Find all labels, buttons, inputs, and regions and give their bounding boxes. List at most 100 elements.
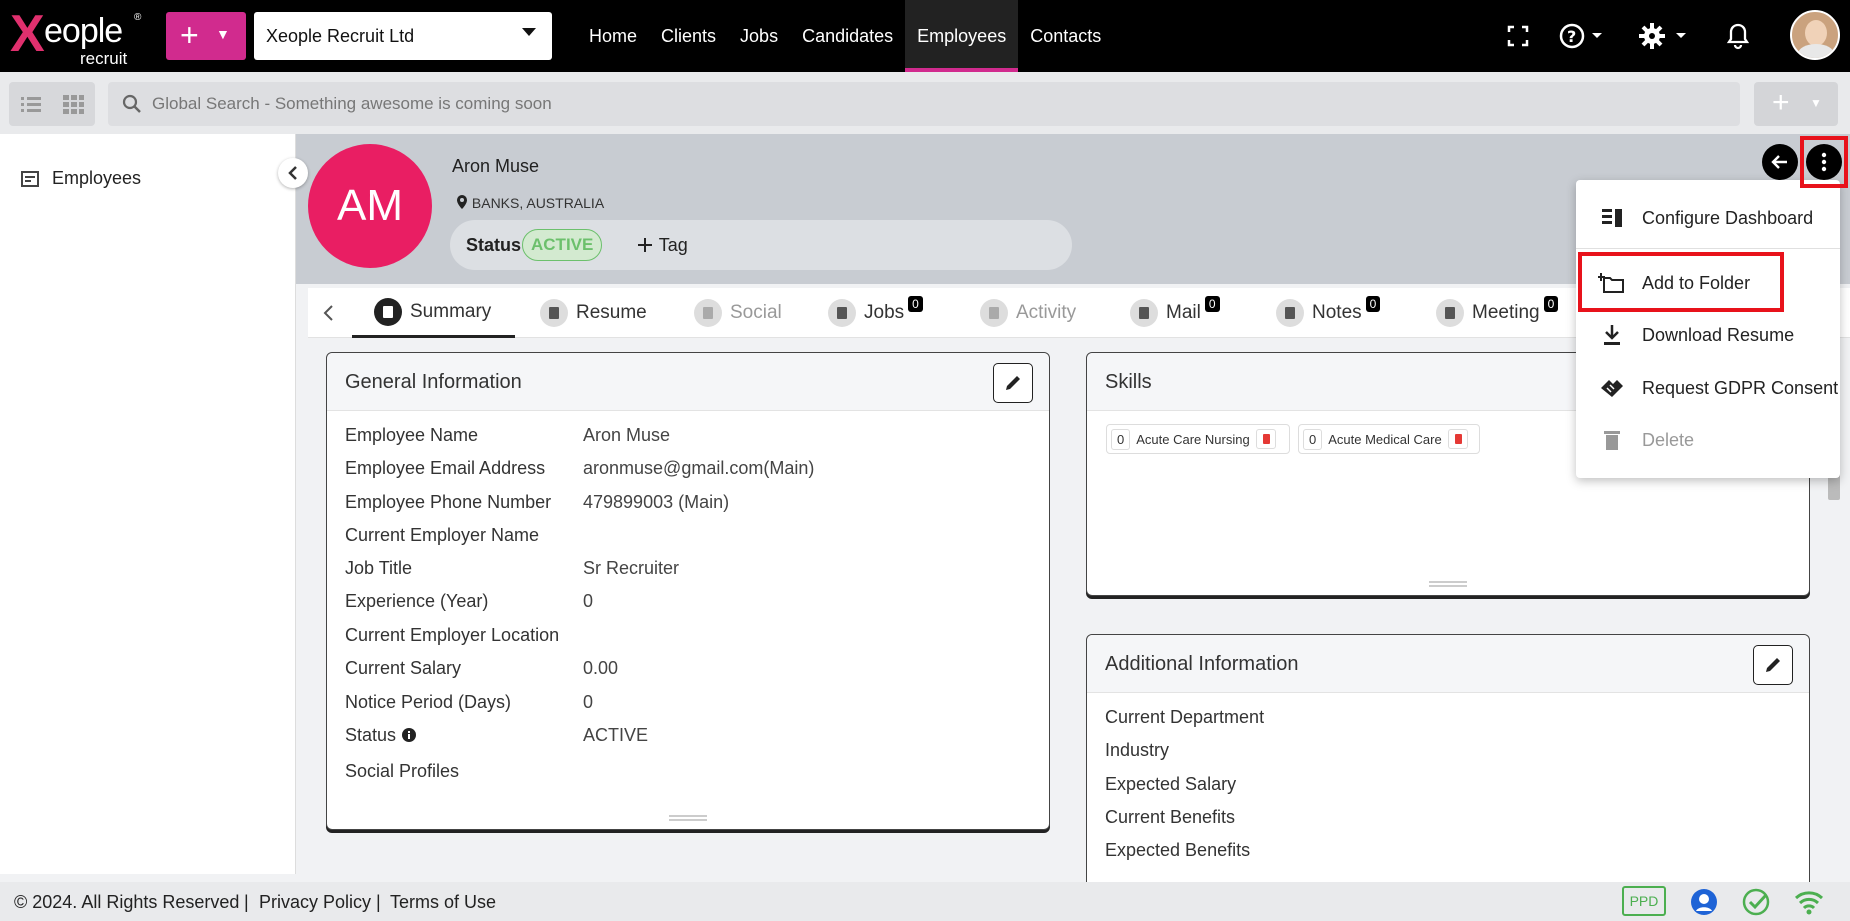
handshake-icon — [1601, 380, 1623, 397]
profile-avatar: AM — [308, 144, 432, 268]
document-list-icon — [21, 170, 39, 187]
user-avatar[interactable] — [1790, 10, 1840, 60]
info-icon[interactable] — [401, 727, 417, 743]
collapse-sidebar-button[interactable] — [278, 158, 308, 188]
tab-activity[interactable]: Activity — [980, 288, 1076, 338]
list-view-icon[interactable] — [19, 92, 43, 116]
settings-gear-icon[interactable] — [1638, 22, 1688, 50]
menu-item-configure-dashboard[interactable]: Configure Dashboard — [1576, 194, 1840, 242]
field-label: Expected Salary — [1105, 774, 1237, 794]
footer: © 2024. All Rights Reserved | Privacy Po… — [0, 882, 1850, 921]
nav-home[interactable]: Home — [577, 0, 649, 72]
trash-icon[interactable] — [1255, 429, 1276, 449]
check-circle-icon[interactable] — [1742, 888, 1770, 916]
more-options-button[interactable] — [1806, 144, 1842, 180]
edit-button[interactable] — [1753, 645, 1793, 685]
status-badge[interactable]: ACTIVE — [522, 229, 603, 261]
field-value[interactable]: 479899003 (Main) — [583, 492, 729, 513]
chevron-down-icon: ▼ — [1810, 96, 1822, 110]
arrow-left-icon — [1771, 155, 1787, 169]
nav-employees[interactable]: Employees — [905, 0, 1019, 72]
dashboard-config-icon — [1602, 209, 1622, 227]
tab-label: Resume — [576, 302, 647, 323]
card-title: General Information — [345, 371, 522, 393]
plus-icon: + — [180, 17, 199, 53]
bell-icon[interactable] — [1726, 22, 1750, 50]
nav-contacts[interactable]: Contacts — [1018, 0, 1113, 72]
company-select[interactable]: Xeople Recruit Ltd — [254, 12, 552, 60]
add-button-disabled[interactable]: + ▼ — [1754, 82, 1838, 126]
tab-social[interactable]: Social — [694, 288, 782, 338]
field-value: 0 — [583, 692, 594, 712]
skill-chip[interactable]: 0 Acute Medical Care — [1298, 424, 1480, 454]
card-title: Skills — [1105, 371, 1152, 393]
field-label: Experience (Year) — [345, 591, 489, 611]
xeople-logo[interactable]: X eople ® recruit — [10, 4, 142, 68]
terms-of-use-link[interactable]: Terms of Use — [390, 892, 496, 913]
sidebar-item-employees[interactable]: Employees — [20, 168, 141, 189]
view-toggle — [9, 82, 95, 126]
tab-notes[interactable]: Notes 0 — [1276, 288, 1381, 338]
tab-jobs[interactable]: Jobs 0 — [828, 288, 923, 338]
location-text: BANKS, AUSTRALIA — [471, 195, 605, 211]
add-folder-icon — [1598, 273, 1624, 293]
menu-item-label: Delete — [1642, 429, 1695, 450]
tab-label: Notes — [1312, 302, 1362, 323]
tab-resume[interactable]: Resume — [540, 288, 647, 338]
user-account-icon[interactable] — [1690, 888, 1718, 916]
grid-view-icon[interactable] — [61, 92, 85, 116]
skill-label: Acute Medical Care — [1328, 431, 1442, 447]
tab-meeting[interactable]: Meeting 0 — [1436, 288, 1559, 338]
back-button[interactable] — [1762, 144, 1798, 180]
menu-item-label: Add to Folder — [1642, 272, 1751, 293]
field-value: 0.00 — [583, 658, 619, 678]
field-label: Notice Period (Days) — [345, 692, 512, 712]
nav-jobs[interactable]: Jobs — [728, 0, 790, 72]
summary-icon — [374, 297, 402, 326]
general-information-card: General Information Employee Name Aron Mu… — [326, 352, 1050, 830]
field-label: Employee Phone Number — [345, 492, 552, 512]
profile-location: BANKS, AUSTRALIA — [456, 194, 604, 211]
logo-registered: ® — [134, 12, 142, 23]
menu-item-download-resume[interactable]: Download Resume — [1576, 311, 1840, 359]
nav-clients[interactable]: Clients — [649, 0, 728, 72]
edit-button[interactable] — [993, 363, 1033, 403]
field-value: Aron Muse — [583, 425, 671, 445]
resize-handle[interactable] — [1429, 581, 1467, 587]
menu-item-delete[interactable]: Delete — [1576, 416, 1840, 464]
nav-candidates[interactable]: Candidates — [790, 0, 905, 72]
field-value[interactable]: aronmuse@gmail.com(Main) — [583, 458, 814, 479]
footer-separator: | — [244, 892, 249, 912]
tabs-scroll-left-icon[interactable] — [322, 304, 336, 322]
plus-icon: + — [1772, 86, 1790, 119]
menu-item-request-gdpr-consent[interactable]: Request GDPR Consent — [1576, 364, 1840, 412]
fullscreen-icon[interactable] — [1506, 24, 1530, 48]
quick-add-button[interactable]: + ▼ — [166, 12, 246, 60]
status-bar: Status ACTIVE Tag — [450, 220, 1072, 270]
resize-handle[interactable] — [669, 815, 707, 821]
add-tag-button[interactable]: Tag — [636, 235, 688, 256]
tab-mail[interactable]: Mail 0 — [1130, 288, 1220, 338]
kebab-menu-icon — [1821, 152, 1827, 172]
plus-icon — [638, 238, 652, 252]
field-label: Current Benefits — [1105, 807, 1236, 827]
logo-word: eople — [44, 12, 123, 50]
search-input[interactable] — [152, 82, 1652, 126]
tab-summary[interactable]: Summary — [352, 288, 516, 338]
logo-sub: recruit — [80, 49, 128, 68]
skill-count: 0 — [1303, 428, 1323, 450]
privacy-policy-link[interactable]: Privacy Policy — [259, 892, 371, 913]
help-icon[interactable]: ? — [1558, 22, 1604, 50]
additional-information-card: Additional Information Current Departmen… — [1086, 634, 1810, 894]
history-icon — [980, 299, 1008, 327]
menu-item-add-to-folder[interactable]: Add to Folder — [1576, 259, 1840, 307]
resume-icon — [540, 299, 568, 327]
mail-count-badge: 0 — [1204, 296, 1220, 312]
share-icon — [694, 299, 722, 327]
skill-chip[interactable]: 0 Acute Care Nursing — [1106, 424, 1290, 454]
sidebar: Employees — [0, 134, 296, 874]
meeting-count-badge: 0 — [1543, 296, 1559, 312]
card-header: Additional Information — [1087, 635, 1809, 693]
trash-icon[interactable] — [1447, 429, 1468, 449]
ppd-badge[interactable]: PPD — [1622, 886, 1666, 916]
